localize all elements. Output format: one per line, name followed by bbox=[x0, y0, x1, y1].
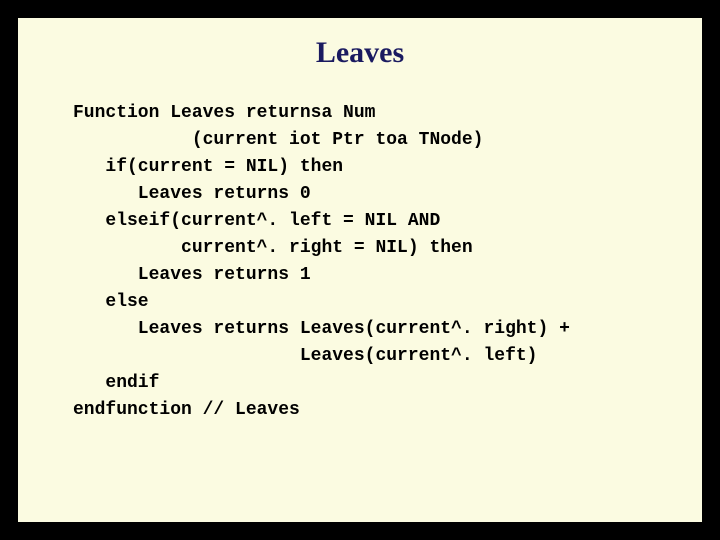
outer-frame: Leaves Function Leaves returnsa Num (cur… bbox=[9, 9, 711, 531]
slide-container: Leaves Function Leaves returnsa Num (cur… bbox=[16, 16, 704, 524]
slide-title: Leaves bbox=[18, 36, 702, 70]
code-block: Function Leaves returnsa Num (current io… bbox=[18, 100, 702, 424]
